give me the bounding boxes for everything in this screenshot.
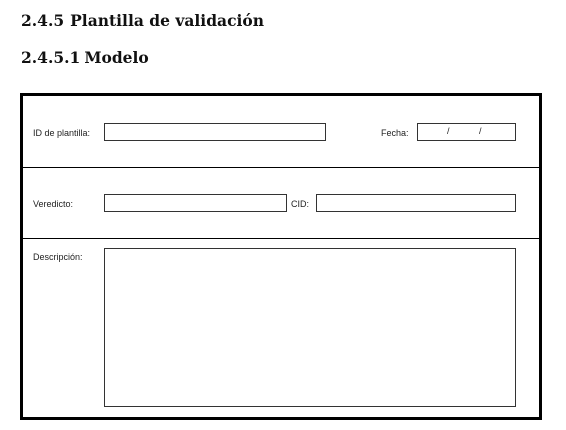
row-divider <box>23 167 539 168</box>
verdict-label: Veredicto: <box>33 199 74 209</box>
verdict-field[interactable] <box>104 194 287 212</box>
cid-label: CID: <box>291 199 309 209</box>
date-separator: / <box>447 126 450 136</box>
section-heading: 2.4.5 Plantilla de validación <box>21 11 264 30</box>
subsection-number: 2.4.5.1 <box>21 48 81 67</box>
description-field[interactable] <box>104 248 516 407</box>
section-number: 2.4.5 <box>21 11 65 30</box>
date-field[interactable]: / / <box>417 123 516 141</box>
template-id-field[interactable] <box>104 123 326 141</box>
cid-field[interactable] <box>316 194 516 212</box>
row-divider <box>23 238 539 239</box>
subsection-heading: 2.4.5.1 Modelo <box>21 48 149 67</box>
section-title: Plantilla de validación <box>70 11 265 30</box>
date-label: Fecha: <box>381 128 409 138</box>
template-id-label: ID de plantilla: <box>33 128 91 138</box>
date-separator: / <box>479 126 482 136</box>
validation-template-form: ID de plantilla: Fecha: / / Veredicto: C… <box>20 93 542 420</box>
subsection-title: Modelo <box>84 48 149 67</box>
description-label: Descripción: <box>33 252 83 262</box>
